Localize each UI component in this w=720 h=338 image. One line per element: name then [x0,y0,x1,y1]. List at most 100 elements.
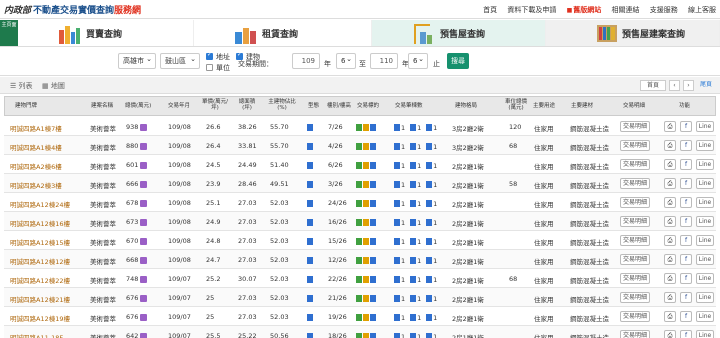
cell-address[interactable]: 明誠四路A2棟6樓 [10,161,62,171]
col-area[interactable]: 總面積(坪) [237,99,257,111]
table-row[interactable]: 明誠四路A1棟7樓 美術薈萃 938 109/08 26.6 38.26 55.70 7/26… [4,117,716,136]
line-share-button[interactable]: Line [696,292,714,303]
detail-button[interactable]: 交易明細 [620,292,650,303]
print-icon[interactable]: ⎙ [664,197,676,208]
print-icon[interactable]: ⎙ [664,121,676,132]
cell-address[interactable]: 明誠四路A12棟19樓 [10,313,70,323]
facebook-icon[interactable]: f [680,216,692,227]
cell-address[interactable]: 明誠四路A12棟21樓 [10,294,70,304]
table-row[interactable]: 明誠四路A11-18F 美術薈萃 642 109/07 25.5 25.22 50.56 18… [4,326,716,338]
site-logo[interactable]: 内政部 不動產交易實價查詢服務網 [4,3,141,16]
col-total-price[interactable]: 總價(萬元) [125,103,151,109]
facebook-icon[interactable]: f [680,140,692,151]
col-ratio[interactable]: 主建物佔比(%) [267,99,297,111]
col-parking[interactable]: 車位總價(萬元) [503,99,529,111]
detail-button[interactable]: 交易明細 [620,197,650,208]
first-page-button[interactable]: 首頁 [640,80,666,91]
year-from-input[interactable]: 109 [292,53,320,69]
table-row[interactable]: 明誠四路A12棟22樓 美術薈萃 748 109/07 25.2 30.07 52.03 22… [4,269,716,288]
cell-address[interactable]: 明誠四路A12棟16樓 [10,218,70,228]
col-project[interactable]: 建案名稱 [91,103,113,109]
facebook-icon[interactable]: f [680,311,692,322]
month-to-select[interactable]: 6 [408,52,428,69]
address-checkbox[interactable] [206,51,213,60]
link-service[interactable]: 線上客服 [688,6,716,14]
cell-address[interactable]: 明誠四路A12棟22樓 [10,275,70,285]
table-row[interactable]: 明誠四路A2棟3樓 美術薈萃 666 109/08 23.9 28.46 49.51 3/26… [4,174,716,193]
next-page-button[interactable]: › [683,80,694,91]
cell-address[interactable]: 明誠四路A12棟12樓 [10,256,70,266]
unit-checkbox[interactable] [206,64,213,71]
cell-address[interactable]: 明誠四路A11-18F [10,332,63,338]
link-download[interactable]: 資料下載及申請 [507,6,556,14]
facebook-icon[interactable]: f [680,121,692,132]
line-share-button[interactable]: Line [696,273,714,284]
link-old-site[interactable]: 舊版網站 [567,6,602,14]
print-icon[interactable]: ⎙ [664,216,676,227]
facebook-icon[interactable]: f [680,254,692,265]
line-share-button[interactable]: Line [696,254,714,265]
tab-buy[interactable]: 買賣查詢 [18,20,194,46]
print-icon[interactable]: ⎙ [664,159,676,170]
line-share-button[interactable]: Line [696,216,714,227]
tab-rent[interactable]: 租賃查詢 [194,20,372,46]
facebook-icon[interactable]: f [680,159,692,170]
link-home[interactable]: 首頁 [483,6,497,14]
cell-address[interactable]: 明誠四路A12棟24樓 [10,199,70,209]
line-share-button[interactable]: Line [696,121,714,132]
print-icon[interactable]: ⎙ [664,178,676,189]
col-address[interactable]: 建物門牌 [15,103,37,109]
detail-button[interactable]: 交易明細 [620,140,650,151]
print-icon[interactable]: ⎙ [664,311,676,322]
facebook-icon[interactable]: f [680,273,692,284]
detail-button[interactable]: 交易明細 [620,330,650,338]
cell-address[interactable]: 明誠四路A12棟15樓 [10,237,70,247]
tab-presale[interactable]: 預售屋查詢 [372,20,546,46]
link-related[interactable]: 相關連結 [612,6,640,14]
line-share-button[interactable]: Line [696,330,714,338]
facebook-icon[interactable]: f [680,292,692,303]
print-icon[interactable]: ⎙ [664,273,676,284]
table-row[interactable]: 明誠四路A2棟6樓 美術薈萃 601 109/08 24.5 24.49 51.40 6/26… [4,155,716,174]
facebook-icon[interactable]: f [680,330,692,338]
facebook-icon[interactable]: f [680,197,692,208]
line-share-button[interactable]: Line [696,159,714,170]
year-to-input[interactable]: 110 [370,53,398,69]
table-row[interactable]: 明誠四路A12棟21樓 美術薈萃 676 109/07 25 27.03 52.03 21/2… [4,288,716,307]
line-share-button[interactable]: Line [696,235,714,246]
prev-page-button[interactable]: ‹ [669,80,680,91]
col-floor[interactable]: 樓別/樓高 [327,103,351,109]
line-share-button[interactable]: Line [696,140,714,151]
month-from-select[interactable]: 6 [336,52,356,69]
detail-button[interactable]: 交易明細 [620,273,650,284]
table-row[interactable]: 明誠四路A12棟16樓 美術薈萃 673 109/08 24.9 27.03 52.03 16… [4,212,716,231]
city-select[interactable]: 高雄市 [118,52,156,69]
district-select[interactable]: 鼓山區 [160,52,200,69]
tab-home[interactable]: 主頁面 [0,20,18,46]
cell-address[interactable]: 明誠四路A1棟7樓 [10,123,62,133]
table-row[interactable]: 明誠四路A12棟15樓 美術薈萃 670 109/08 24.8 27.03 52.03 15… [4,231,716,250]
last-page-button[interactable]: 尾頁 [697,80,715,91]
detail-button[interactable]: 交易明細 [620,178,650,189]
table-row[interactable]: 明誠四路A1棟4樓 美術薈萃 880 109/08 26.4 33.81 55.70 4/26… [4,136,716,155]
search-button[interactable]: 搜尋 [447,53,469,69]
print-icon[interactable]: ⎙ [664,140,676,151]
cell-address[interactable]: 明誠四路A1棟4樓 [10,142,62,152]
detail-button[interactable]: 交易明細 [620,254,650,265]
table-row[interactable]: 明誠四路A12棟12樓 美術薈萃 668 109/08 24.7 27.03 52.03 12… [4,250,716,269]
detail-button[interactable]: 交易明細 [620,159,650,170]
line-share-button[interactable]: Line [696,178,714,189]
detail-button[interactable]: 交易明細 [620,121,650,132]
detail-button[interactable]: 交易明細 [620,235,650,246]
detail-button[interactable]: 交易明細 [620,311,650,322]
cell-address[interactable]: 明誠四路A2棟3樓 [10,180,62,190]
print-icon[interactable]: ⎙ [664,254,676,265]
table-row[interactable]: 明誠四路A12棟24樓 美術薈萃 678 109/08 25.1 27.03 52.03 24… [4,193,716,212]
detail-button[interactable]: 交易明細 [620,216,650,227]
facebook-icon[interactable]: f [680,178,692,189]
table-row[interactable]: 明誠四路A12棟19樓 美術薈萃 676 109/07 25 27.03 52.03 19/2… [4,307,716,326]
map-view-tab[interactable]: ▦ 地圖 [42,81,65,91]
facebook-icon[interactable]: f [680,235,692,246]
col-date[interactable]: 交易年月 [168,103,190,109]
print-icon[interactable]: ⎙ [664,292,676,303]
